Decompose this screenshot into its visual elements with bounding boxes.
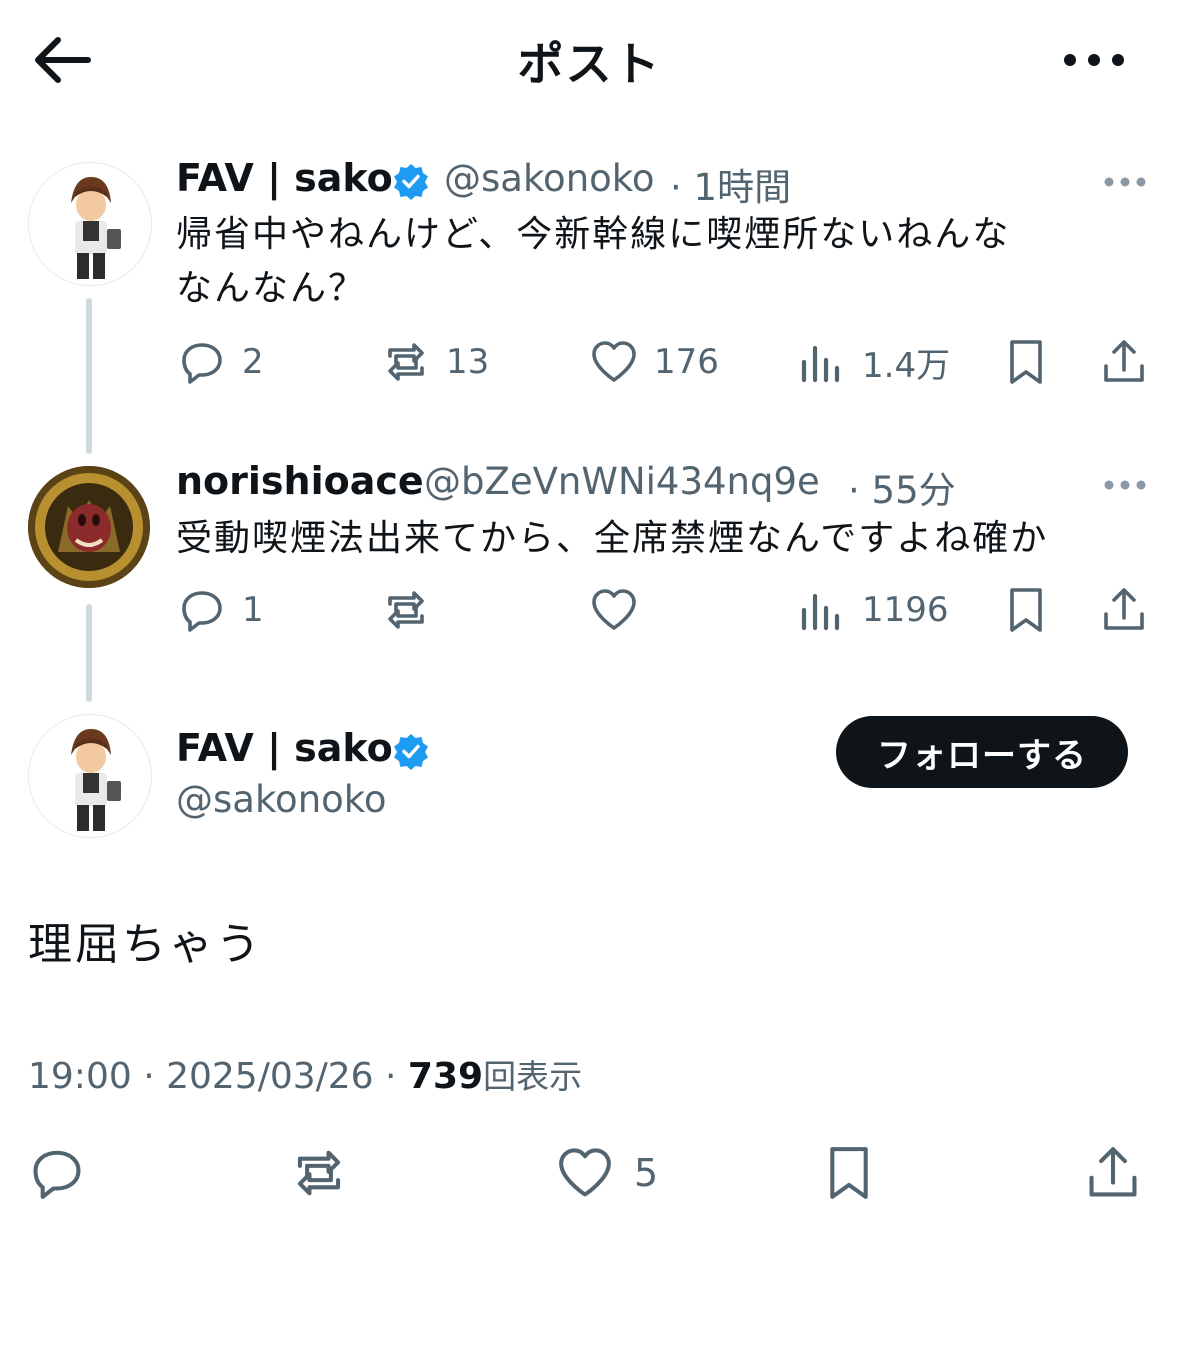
share-button[interactable]: [1098, 336, 1150, 388]
bookmark-button[interactable]: [1000, 336, 1052, 388]
avatar[interactable]: [28, 162, 152, 286]
share-icon: [1104, 588, 1144, 630]
repost-icon: [297, 1150, 341, 1196]
author-name[interactable]: FAV | sako: [176, 726, 393, 770]
post-meta: 19:00 · 2025/03/26 · 739回表示: [28, 1050, 582, 1098]
post-text: 受動喫煙法出来てから、全席禁煙なんですよね確か: [176, 518, 1049, 559]
bookmark-button[interactable]: [818, 1142, 880, 1204]
post-text-line: 帰省中やねんけど、今新幹線に喫煙所ないねんな: [176, 214, 1011, 255]
like-button[interactable]: 176: [588, 336, 719, 388]
analytics-icon: [801, 345, 840, 383]
analytics-icon: [801, 593, 840, 631]
views-count: 1.4万: [862, 345, 951, 386]
repost-icon: [388, 343, 424, 381]
post-text-line: なんなん？: [176, 268, 367, 309]
reply-button[interactable]: 1: [176, 584, 264, 636]
more-options-icon[interactable]: [1102, 172, 1148, 192]
repost-count: 13: [446, 342, 490, 382]
reply-count: 2: [242, 342, 264, 382]
heart-icon: [559, 1148, 611, 1197]
author-handle[interactable]: @sakonoko: [444, 157, 655, 200]
verified-badge-icon: [392, 732, 430, 770]
bookmark-button[interactable]: [1000, 584, 1052, 636]
reply-icon: [182, 343, 222, 384]
author-name[interactable]: norishioace: [176, 459, 424, 503]
repost-button[interactable]: [380, 584, 446, 636]
like-count: 176: [654, 342, 719, 382]
post-text: 理屈ちゃう: [28, 919, 263, 970]
more-options-icon[interactable]: [1058, 40, 1128, 80]
bookmark-icon: [1010, 340, 1042, 384]
reply-icon: [182, 591, 222, 632]
page-title: ポスト: [517, 37, 662, 91]
heart-icon: [592, 341, 636, 382]
bookmark-icon: [1010, 588, 1042, 632]
thread-connector: [86, 298, 92, 454]
like-button[interactable]: 5: [554, 1142, 658, 1204]
post-timestamp[interactable]: 19:00 · 2025/03/26 ·: [28, 1056, 408, 1097]
bookmark-icon: [830, 1147, 868, 1199]
like-button[interactable]: [588, 584, 654, 636]
post-text: 帰省中やねんけど、今新幹線に喫煙所ないねんな なんなん？: [176, 208, 1010, 316]
repost-button[interactable]: 13: [380, 336, 489, 388]
views-button[interactable]: 1.4万: [796, 336, 950, 388]
heart-icon: [592, 589, 636, 630]
author-handle[interactable]: @bZeVnWNi434nq9e: [424, 460, 820, 503]
follow-button[interactable]: フォローする: [836, 716, 1128, 788]
post-time[interactable]: · 1時間: [670, 157, 791, 211]
verified-badge-icon: [392, 162, 430, 200]
thread-connector: [86, 604, 92, 702]
post-time[interactable]: · 55分: [848, 460, 956, 514]
view-count: 739: [407, 1056, 484, 1097]
like-count: 5: [634, 1151, 659, 1195]
repost-button[interactable]: [288, 1142, 350, 1204]
views-button[interactable]: 1196: [796, 584, 949, 636]
repost-icon: [388, 591, 424, 629]
reply-icon: [33, 1150, 81, 1199]
view-label: 回表示: [483, 1057, 583, 1096]
share-button[interactable]: [1098, 584, 1150, 636]
share-button[interactable]: [1082, 1142, 1144, 1204]
author-name[interactable]: FAV | sako: [176, 156, 393, 200]
share-icon: [1089, 1147, 1137, 1197]
reply-button[interactable]: [26, 1142, 88, 1204]
avatar[interactable]: [28, 466, 150, 588]
views-count: 1196: [862, 590, 949, 630]
more-options-icon[interactable]: [1102, 475, 1148, 495]
avatar[interactable]: [28, 714, 152, 838]
author-handle[interactable]: @sakonoko: [176, 778, 387, 821]
reply-button[interactable]: 2: [176, 336, 264, 388]
share-icon: [1104, 340, 1144, 382]
reply-count: 1: [242, 590, 264, 630]
